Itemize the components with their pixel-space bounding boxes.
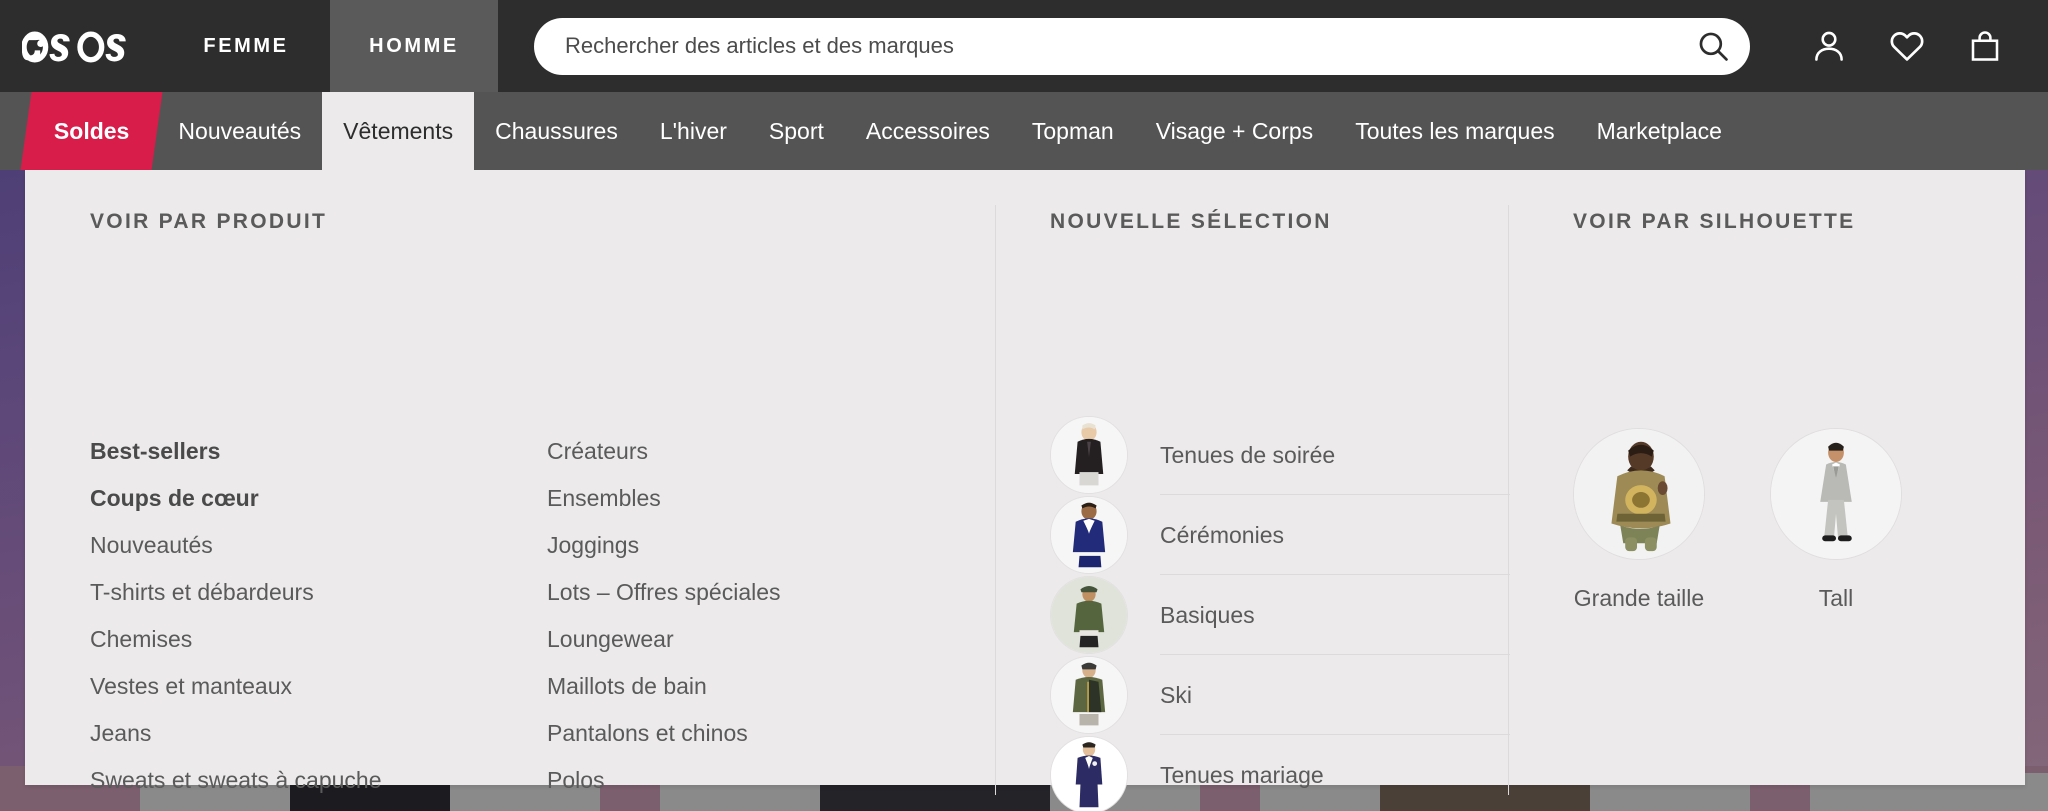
selection-item-label: Tenues mariage bbox=[1160, 761, 1324, 788]
nav-item-toutes-les-marques[interactable]: Toutes les marques bbox=[1334, 92, 1575, 170]
section-title-produit: VOIR PAR PRODUIT bbox=[90, 210, 328, 233]
nav-item-chaussures-label: Chaussures bbox=[495, 117, 618, 144]
account-button[interactable] bbox=[1790, 0, 1868, 92]
nav-item-topman[interactable]: Topman bbox=[1011, 92, 1135, 170]
produit-link[interactable]: Best-sellers bbox=[90, 428, 510, 475]
produit-link[interactable]: Maillots de bain bbox=[547, 663, 967, 710]
silhouette-item-label: Tall bbox=[1818, 585, 1854, 611]
selection-item-label: Tenues de soirée bbox=[1160, 441, 1336, 468]
nav-item-sport[interactable]: Sport bbox=[748, 92, 845, 170]
produit-link[interactable]: Shorts bbox=[547, 804, 967, 811]
search-button[interactable] bbox=[1690, 18, 1750, 75]
nav-item-vetements[interactable]: Vêtements bbox=[322, 92, 475, 170]
produit-link[interactable]: Ensembles bbox=[547, 475, 967, 522]
bag-button[interactable] bbox=[1946, 0, 2024, 92]
account-icon bbox=[1815, 31, 1843, 61]
search-area bbox=[498, 0, 1790, 92]
produit-link[interactable]: Lots – Offres spéciales bbox=[547, 569, 967, 616]
selection-item[interactable]: Cérémonies bbox=[1050, 495, 1510, 575]
nav-item-marketplace[interactable]: Marketplace bbox=[1576, 92, 1743, 170]
nav-item-accessoires[interactable]: Accessoires bbox=[845, 92, 1011, 170]
nav-item-vetements-label: Vêtements bbox=[343, 117, 454, 144]
gender-tab-homme[interactable]: HOMME bbox=[330, 0, 498, 92]
search-icon bbox=[1699, 32, 1728, 61]
selection-item-label: Cérémonies bbox=[1160, 521, 1284, 548]
vetements-mega-menu: VOIR PAR PRODUIT Best-sellers Coups de c… bbox=[25, 170, 2025, 811]
nav-item-chaussures[interactable]: Chaussures bbox=[474, 92, 639, 170]
nav-item-topman-label: Topman bbox=[1031, 117, 1114, 144]
category-nav: Soldes Nouveautés Vêtements Chaussures L… bbox=[0, 92, 2048, 170]
produit-link[interactable]: Vestes et manteaux bbox=[90, 663, 510, 710]
nav-item-nouveautes[interactable]: Nouveautés bbox=[157, 92, 322, 170]
nav-item-soldes[interactable]: Soldes bbox=[20, 92, 163, 170]
selection-item-label: Basiques bbox=[1160, 601, 1255, 628]
selection-item[interactable]: Ski bbox=[1050, 655, 1510, 735]
model-black-shirt-thumb bbox=[1050, 416, 1128, 494]
header-icon-group bbox=[1790, 0, 2048, 92]
produit-column-1: Best-sellers Coups de cœur Nouveautés T-… bbox=[90, 428, 510, 811]
nav-item-toutes-les-marques-label: Toutes les marques bbox=[1355, 117, 1555, 144]
model-khaki-ski-jacket-thumb bbox=[1050, 656, 1128, 734]
site-header: FEMME HOMME bbox=[0, 0, 2048, 92]
nav-item-nouveautes-label: Nouveautés bbox=[178, 117, 302, 144]
silhouette-list: Grande taille Tall bbox=[1573, 428, 1902, 612]
wishlist-button[interactable] bbox=[1868, 0, 1946, 92]
selection-item[interactable]: Tenues mariage bbox=[1050, 735, 1510, 811]
asos-logo-icon bbox=[22, 31, 126, 63]
nav-item-visage-corps-label: Visage + Corps bbox=[1155, 117, 1314, 144]
produit-link[interactable]: Pantalons et chinos bbox=[547, 710, 967, 757]
produit-link[interactable]: Joggings bbox=[547, 522, 967, 569]
model-blue-blazer-thumb bbox=[1050, 496, 1128, 574]
produit-link[interactable]: T-shirts et débardeurs bbox=[90, 569, 510, 616]
produit-link[interactable]: Pulls et gilets bbox=[90, 804, 510, 811]
produit-link[interactable]: Créateurs bbox=[547, 428, 967, 475]
produit-link[interactable]: Chemises bbox=[90, 616, 510, 663]
nav-item-lhiver[interactable]: L'hiver bbox=[639, 92, 748, 170]
produit-column-2: Créateurs Ensembles Joggings Lots – Offr… bbox=[547, 428, 967, 811]
produit-link[interactable]: Polos bbox=[547, 757, 967, 804]
model-green-hoodie-thumb bbox=[1050, 576, 1128, 654]
nav-item-visage-corps[interactable]: Visage + Corps bbox=[1135, 92, 1334, 170]
nav-item-marketplace-label: Marketplace bbox=[1596, 117, 1722, 144]
produit-link[interactable]: Jeans bbox=[90, 710, 510, 757]
selection-item[interactable]: Tenues de soirée bbox=[1050, 415, 1510, 495]
selection-item[interactable]: Basiques bbox=[1050, 575, 1510, 655]
produit-link[interactable]: Loungewear bbox=[547, 616, 967, 663]
section-title-selection: NOUVELLE SÉLECTION bbox=[1050, 210, 1332, 233]
produit-link[interactable]: Nouveautés bbox=[90, 522, 510, 569]
asos-page: FEMME HOMME Rechercher des articles et d… bbox=[0, 0, 2048, 811]
column-divider-1 bbox=[995, 205, 996, 795]
nav-item-sport-label: Sport bbox=[768, 117, 824, 144]
nav-item-accessoires-label: Accessoires bbox=[865, 117, 990, 144]
model-plus-size-printed-shirt bbox=[1573, 428, 1705, 560]
model-tall-grey-suit bbox=[1770, 428, 1902, 560]
produit-link[interactable]: Coups de cœur bbox=[90, 475, 510, 522]
gender-tab-femme[interactable]: FEMME bbox=[162, 0, 330, 92]
nav-item-lhiver-label: L'hiver bbox=[659, 117, 727, 144]
section-title-silhouette: VOIR PAR SILHOUETTE bbox=[1573, 210, 1856, 233]
search-input[interactable] bbox=[534, 17, 1690, 75]
gender-tab-homme-label: HOMME bbox=[369, 34, 459, 57]
shopping-bag-icon bbox=[1971, 31, 1999, 61]
search-box bbox=[534, 17, 1750, 75]
asos-logo[interactable] bbox=[0, 0, 162, 92]
silhouette-item-label: Grande taille bbox=[1573, 585, 1705, 611]
silhouette-item-tall[interactable]: Tall bbox=[1770, 428, 1902, 612]
produit-link[interactable]: Sweats et sweats à capuche bbox=[90, 757, 510, 804]
wishlist-heart-icon bbox=[1890, 32, 1924, 61]
model-navy-suit-thumb bbox=[1050, 736, 1128, 811]
nav-item-soldes-label: Soldes bbox=[54, 117, 130, 144]
silhouette-item-grande-taille[interactable]: Grande taille bbox=[1573, 428, 1705, 612]
nouvelle-selection-list: Tenues de soirée Cérémonies Basiques Ski… bbox=[1050, 415, 1510, 811]
selection-item-label: Ski bbox=[1160, 681, 1192, 708]
gender-tab-femme-label: FEMME bbox=[203, 34, 289, 57]
